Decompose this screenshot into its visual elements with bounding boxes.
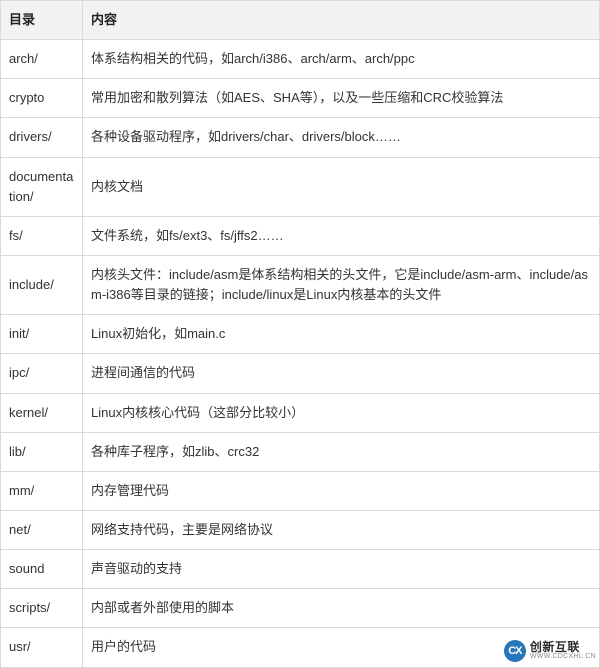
table-row: include/ 内核头文件：include/asm是体系结构相关的头文件，它是… bbox=[1, 255, 600, 314]
content-cell: 常用加密和散列算法（如AES、SHA等），以及一些压缩和CRC校验算法 bbox=[83, 79, 600, 118]
directory-cell: usr/ bbox=[1, 628, 83, 667]
content-cell: Linux初始化，如main.c bbox=[83, 315, 600, 354]
watermark: CX 创新互联 WWW.CDCXHL.CN bbox=[504, 640, 596, 662]
table-row: sound 声音驱动的支持 bbox=[1, 550, 600, 589]
table-row: crypto 常用加密和散列算法（如AES、SHA等），以及一些压缩和CRC校验… bbox=[1, 79, 600, 118]
directory-cell: arch/ bbox=[1, 40, 83, 79]
watermark-main: 创新互联 bbox=[530, 641, 596, 653]
directory-cell: include/ bbox=[1, 255, 83, 314]
directory-cell: fs/ bbox=[1, 216, 83, 255]
watermark-sub: WWW.CDCXHL.CN bbox=[530, 653, 596, 660]
table-row: drivers/ 各种设备驱动程序，如drivers/char、drivers/… bbox=[1, 118, 600, 157]
directory-cell: ipc/ bbox=[1, 354, 83, 393]
directory-cell: net/ bbox=[1, 510, 83, 549]
table-header-row: 目录 内容 bbox=[1, 1, 600, 40]
content-cell: 内核文档 bbox=[83, 157, 600, 216]
header-directory: 目录 bbox=[1, 1, 83, 40]
directory-table: 目录 内容 arch/ 体系结构相关的代码，如arch/i386、arch/ar… bbox=[0, 0, 600, 668]
content-cell: 进程间通信的代码 bbox=[83, 354, 600, 393]
content-cell: 各种库子程序，如zlib、crc32 bbox=[83, 432, 600, 471]
table-body: arch/ 体系结构相关的代码，如arch/i386、arch/arm、arch… bbox=[1, 40, 600, 667]
content-cell: 体系结构相关的代码，如arch/i386、arch/arm、arch/ppc bbox=[83, 40, 600, 79]
content-cell: 文件系统，如fs/ext3、fs/jffs2…… bbox=[83, 216, 600, 255]
table-row: fs/ 文件系统，如fs/ext3、fs/jffs2…… bbox=[1, 216, 600, 255]
content-cell: 声音驱动的支持 bbox=[83, 550, 600, 589]
content-cell: 网络支持代码，主要是网络协议 bbox=[83, 510, 600, 549]
table-row: ipc/ 进程间通信的代码 bbox=[1, 354, 600, 393]
table-row: kernel/ Linux内核核心代码（这部分比较小） bbox=[1, 393, 600, 432]
content-cell: 各种设备驱动程序，如drivers/char、drivers/block…… bbox=[83, 118, 600, 157]
content-cell: 内核头文件：include/asm是体系结构相关的头文件，它是include/a… bbox=[83, 255, 600, 314]
header-content: 内容 bbox=[83, 1, 600, 40]
watermark-text: 创新互联 WWW.CDCXHL.CN bbox=[530, 641, 596, 660]
table-row: init/ Linux初始化，如main.c bbox=[1, 315, 600, 354]
directory-cell: drivers/ bbox=[1, 118, 83, 157]
content-cell: 内部或者外部使用的脚本 bbox=[83, 589, 600, 628]
directory-cell: mm/ bbox=[1, 471, 83, 510]
directory-cell: crypto bbox=[1, 79, 83, 118]
table-row: net/ 网络支持代码，主要是网络协议 bbox=[1, 510, 600, 549]
table-row: mm/ 内存管理代码 bbox=[1, 471, 600, 510]
table-row: documentation/ 内核文档 bbox=[1, 157, 600, 216]
directory-cell: lib/ bbox=[1, 432, 83, 471]
table-row: arch/ 体系结构相关的代码，如arch/i386、arch/arm、arch… bbox=[1, 40, 600, 79]
directory-cell: documentation/ bbox=[1, 157, 83, 216]
watermark-logo-icon: CX bbox=[504, 640, 526, 662]
directory-cell: sound bbox=[1, 550, 83, 589]
content-cell: 内存管理代码 bbox=[83, 471, 600, 510]
table-row: scripts/ 内部或者外部使用的脚本 bbox=[1, 589, 600, 628]
directory-cell: kernel/ bbox=[1, 393, 83, 432]
content-cell: Linux内核核心代码（这部分比较小） bbox=[83, 393, 600, 432]
directory-cell: scripts/ bbox=[1, 589, 83, 628]
table-row: lib/ 各种库子程序，如zlib、crc32 bbox=[1, 432, 600, 471]
directory-cell: init/ bbox=[1, 315, 83, 354]
